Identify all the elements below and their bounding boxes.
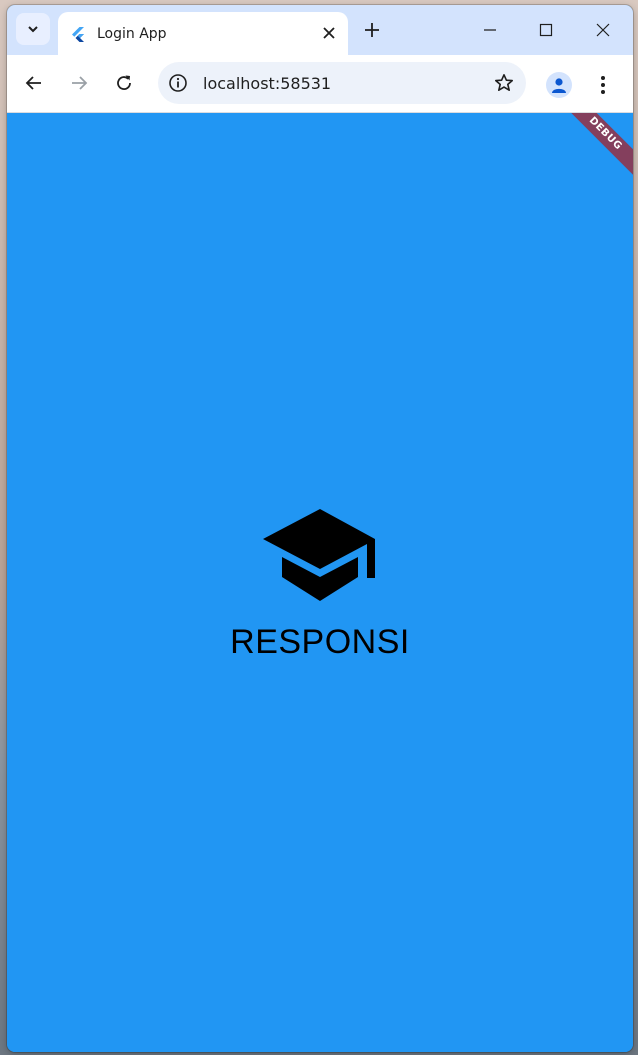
graduation-cap-icon bbox=[263, 509, 375, 601]
star-icon bbox=[495, 74, 513, 91]
browser-menu-button[interactable] bbox=[593, 72, 613, 98]
tab-search-button[interactable] bbox=[16, 13, 50, 45]
close-window-button[interactable] bbox=[583, 15, 623, 45]
tab-login-app[interactable]: Login App bbox=[58, 12, 348, 55]
url-text[interactable]: localhost:58531 bbox=[203, 74, 331, 93]
reload-icon bbox=[117, 75, 131, 90]
chevron-down-icon bbox=[28, 26, 38, 33]
plus-icon bbox=[365, 23, 379, 37]
minimize-button[interactable] bbox=[470, 15, 510, 45]
forward-button[interactable] bbox=[66, 70, 92, 96]
tab-title: Login App bbox=[97, 26, 167, 42]
reload-button[interactable] bbox=[111, 70, 137, 96]
browser-window: Login App localhost:58531 DEBUG RESPONSI bbox=[7, 5, 633, 1052]
maximize-icon bbox=[539, 23, 553, 37]
arrow-left-icon bbox=[25, 76, 41, 90]
minimize-icon bbox=[484, 29, 496, 31]
app-title: RESPONSI bbox=[230, 623, 410, 661]
flutter-icon bbox=[72, 27, 84, 42]
person-icon bbox=[552, 78, 566, 93]
profile-button[interactable] bbox=[546, 72, 572, 98]
close-icon bbox=[323, 27, 335, 39]
browser-toolbar: localhost:58531 bbox=[7, 55, 633, 113]
debug-banner: DEBUG bbox=[561, 113, 633, 178]
app-viewport: DEBUG RESPONSI bbox=[7, 113, 633, 1052]
close-icon bbox=[596, 23, 610, 37]
tab-close-button[interactable] bbox=[320, 24, 338, 42]
splash-content: RESPONSI bbox=[7, 507, 633, 662]
bookmark-button[interactable] bbox=[492, 71, 516, 95]
more-vertical-icon bbox=[601, 76, 605, 94]
maximize-button[interactable] bbox=[526, 15, 566, 45]
back-button[interactable] bbox=[21, 70, 47, 96]
address-bar[interactable]: localhost:58531 bbox=[158, 62, 526, 104]
tab-strip: Login App bbox=[7, 5, 633, 55]
new-tab-button[interactable] bbox=[361, 19, 383, 41]
arrow-right-icon bbox=[72, 76, 88, 90]
info-icon[interactable] bbox=[168, 73, 188, 93]
